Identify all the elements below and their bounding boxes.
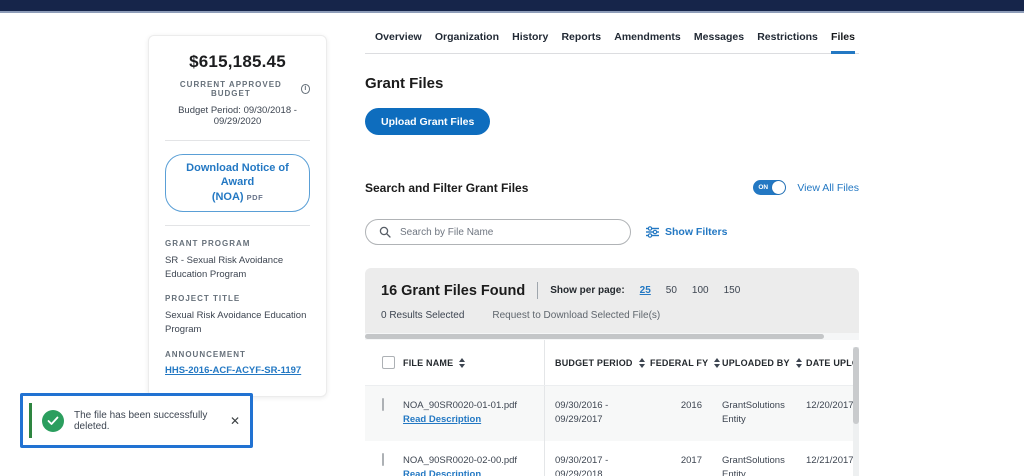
select-all-checkbox[interactable] [382, 356, 395, 369]
results-count-row: 16 Grant Files Found Show per page: 25 5… [381, 282, 843, 299]
success-check-icon [42, 410, 64, 432]
filter-sliders-icon [646, 226, 659, 238]
search-filter-header: Search and Filter Grant Files ON View Al… [365, 180, 859, 195]
announcement-link[interactable]: HHS-2016-ACF-ACYF-SR-1197 [165, 365, 301, 376]
close-icon[interactable]: ✕ [230, 415, 240, 427]
budget-period-text: Budget Period: 09/30/2018 - 09/29/2020 [165, 105, 310, 127]
toast-accent-bar [29, 403, 32, 438]
selection-row: 0 Results Selected Request to Download S… [381, 310, 843, 321]
column-header-federal-fy[interactable]: FEDERAL FY [640, 340, 712, 385]
view-all-files-toggle[interactable]: ON [753, 180, 786, 195]
upload-grant-files-button[interactable]: Upload Grant Files [365, 108, 490, 135]
table-row: NOA_90SR0020-01-01.pdf Read Description … [365, 386, 859, 441]
page-size-100[interactable]: 100 [692, 285, 709, 296]
horizontal-scrollbar[interactable] [365, 333, 859, 340]
file-name: NOA_90SR0020-01-01.pdf [403, 400, 517, 411]
search-icon [379, 226, 391, 238]
tab-files[interactable]: Files [831, 31, 855, 53]
show-per-page-label: Show per page: [550, 285, 624, 296]
page-size-150[interactable]: 150 [724, 285, 741, 296]
divider [165, 140, 310, 141]
download-noa-button[interactable]: Download Notice of Award (NOA) PDF [165, 154, 310, 212]
announcement-section: ANNOUNCEMENT HHS-2016-ACF-ACYF-SR-1197 [165, 350, 310, 378]
view-all-files-link[interactable]: View All Files [797, 182, 859, 194]
results-selected-text: 0 Results Selected [381, 310, 464, 321]
tab-amendments[interactable]: Amendments [614, 31, 681, 53]
results-count: 16 Grant Files Found [381, 283, 525, 299]
success-toast: The file has been successfully deleted. … [20, 393, 253, 448]
search-filter-title: Search and Filter Grant Files [365, 181, 528, 195]
file-name: NOA_90SR0020-02-00.pdf [403, 455, 517, 466]
vertical-scrollbar-thumb[interactable] [853, 347, 859, 424]
main-content: Overview Organization History Reports Am… [365, 15, 859, 476]
column-header-uploaded-by[interactable]: UPLOADED BY [712, 340, 795, 385]
federal-fy-cell: 2017 [640, 441, 712, 476]
grant-program-label: GRANT PROGRAM [165, 239, 310, 248]
tab-overview[interactable]: Overview [375, 31, 422, 53]
row-checkbox[interactable] [382, 398, 384, 411]
pdf-format-label: PDF [247, 193, 264, 202]
date-uploaded-cell: 12/21/2017 [795, 441, 859, 476]
table-row: NOA_90SR0020-02-00.pdf Read Description … [365, 441, 859, 476]
tab-restrictions[interactable]: Restrictions [757, 31, 818, 53]
date-uploaded-cell: 12/20/2017 [795, 386, 859, 441]
uploaded-by-cell: GrantSolutions Entity [712, 441, 795, 476]
divider [165, 225, 310, 226]
approved-budget-amount: $615,185.45 [165, 52, 310, 72]
grant-tab-bar: Overview Organization History Reports Am… [365, 15, 859, 54]
announcement-label: ANNOUNCEMENT [165, 350, 310, 359]
project-title-label: PROJECT TITLE [165, 294, 310, 303]
approved-budget-label: CURRENT APPROVED BUDGET i [165, 80, 310, 98]
grant-program-section: GRANT PROGRAM SR - Sexual Risk Avoidance… [165, 239, 310, 282]
page-size-25[interactable]: 25 [640, 285, 651, 296]
budget-period-cell: 09/30/2017 - 09/29/2018 [545, 441, 640, 476]
read-description-link[interactable]: Read Description [403, 413, 481, 427]
show-filters-button[interactable]: Show Filters [646, 226, 727, 238]
toggle-knob [772, 181, 785, 194]
top-navigation-bar [0, 0, 1024, 13]
horizontal-scrollbar-thumb[interactable] [365, 334, 824, 339]
project-title-value: Sexual Risk Avoidance Education Program [165, 309, 310, 337]
toggle-on-label: ON [758, 185, 768, 192]
search-input[interactable] [400, 227, 620, 238]
tab-reports[interactable]: Reports [561, 31, 601, 53]
column-header-file-name[interactable]: FILE NAME [403, 340, 545, 385]
budget-period-cell: 09/30/2016 - 09/29/2017 [545, 386, 640, 441]
tab-organization[interactable]: Organization [435, 31, 499, 53]
budget-summary-card: $615,185.45 CURRENT APPROVED BUDGET i Bu… [148, 35, 327, 397]
divider [537, 282, 538, 299]
row-checkbox[interactable] [382, 453, 384, 466]
read-description-link[interactable]: Read Description [403, 468, 481, 476]
table-header-row: FILE NAME BUDGET PERIOD FEDERAL FY UPLOA… [365, 340, 859, 386]
page-size-50[interactable]: 50 [666, 285, 677, 296]
federal-fy-cell: 2016 [640, 386, 712, 441]
tab-history[interactable]: History [512, 31, 548, 53]
toast-message: The file has been successfully deleted. [74, 410, 230, 432]
project-title-section: PROJECT TITLE Sexual Risk Avoidance Educ… [165, 294, 310, 337]
file-search-box[interactable] [365, 219, 631, 245]
uploaded-by-cell: GrantSolutions Entity [712, 386, 795, 441]
grant-program-value: SR - Sexual Risk Avoidance Education Pro… [165, 254, 310, 282]
search-row: Show Filters [365, 219, 859, 245]
request-download-link[interactable]: Request to Download Selected File(s) [492, 310, 660, 321]
grant-files-table: 16 Grant Files Found Show per page: 25 5… [365, 268, 859, 476]
info-icon[interactable]: i [301, 84, 310, 94]
column-header-date-uploaded[interactable]: DATE UPLOADED [795, 340, 859, 385]
tab-messages[interactable]: Messages [694, 31, 744, 53]
vertical-scrollbar[interactable] [853, 347, 859, 476]
column-header-budget-period[interactable]: BUDGET PERIOD [545, 340, 640, 385]
page-title: Grant Files [365, 75, 859, 92]
results-summary-bar: 16 Grant Files Found Show per page: 25 5… [365, 268, 859, 333]
sort-icon[interactable] [459, 358, 465, 368]
